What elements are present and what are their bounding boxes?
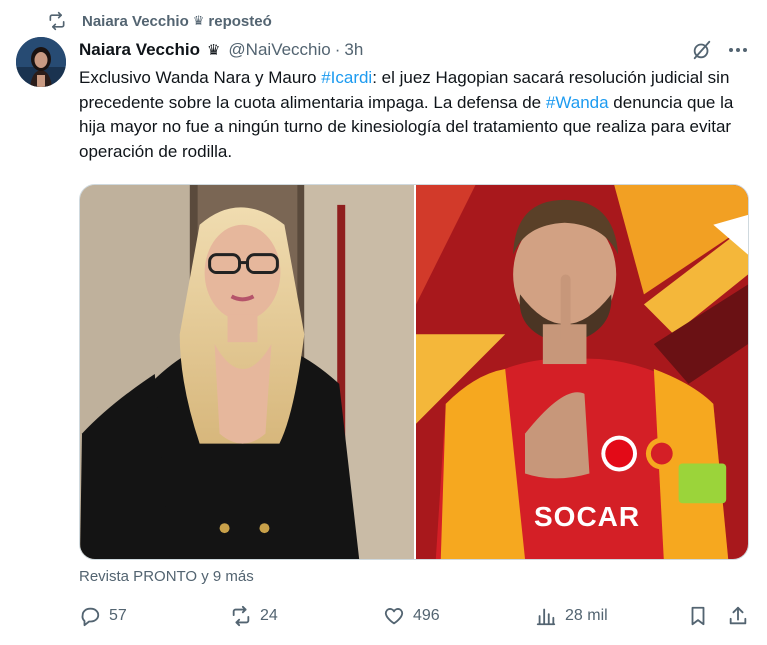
reply-count: 57 bbox=[109, 607, 127, 624]
separator-dot: · bbox=[334, 40, 341, 59]
avatar[interactable] bbox=[16, 37, 66, 87]
reply-button[interactable]: 57 bbox=[79, 600, 127, 632]
repost-user-name[interactable]: Naiara Vecchio bbox=[82, 13, 189, 30]
crown-badge-icon: ♛ bbox=[192, 13, 205, 28]
like-count: 496 bbox=[413, 607, 440, 624]
repost-context[interactable]: Naiara Vecchio ♛ reposteó bbox=[46, 10, 272, 32]
grok-icon[interactable] bbox=[690, 38, 714, 62]
share-icon bbox=[729, 606, 747, 625]
hashtag-icardi[interactable]: #Icardi bbox=[321, 68, 372, 87]
reply-icon bbox=[81, 607, 100, 627]
media-photo-footballer[interactable]: SOCAR bbox=[414, 185, 748, 559]
media-attribution[interactable]: Revista PRONTO y 9 más bbox=[79, 568, 254, 585]
author-handle[interactable]: @NaiVecchio bbox=[228, 40, 330, 60]
author-name[interactable]: Naiara Vecchio bbox=[79, 40, 200, 60]
bookmark-icon bbox=[691, 606, 705, 626]
tweet-text: Exclusivo Wanda Nara y Mauro #Icardi: el… bbox=[79, 66, 759, 164]
tweet-timestamp[interactable]: 3h bbox=[344, 40, 363, 60]
share-button[interactable] bbox=[727, 600, 749, 632]
views-button[interactable]: 28 mil bbox=[535, 600, 608, 632]
bookmark-button[interactable] bbox=[687, 600, 709, 632]
repost-count: 24 bbox=[260, 607, 278, 624]
repost-icon bbox=[232, 605, 250, 627]
hashtag-wanda[interactable]: #Wanda bbox=[546, 93, 609, 112]
like-button[interactable]: 496 bbox=[383, 600, 440, 632]
tweet-text-segment: Exclusivo Wanda Nara y Mauro bbox=[79, 68, 322, 87]
repost-button[interactable]: 24 bbox=[230, 600, 278, 632]
tweet-header: Naiara Vecchio ♛ @NaiVecchio · 3h bbox=[79, 38, 363, 62]
repost-label: reposteó bbox=[208, 12, 272, 30]
more-icon[interactable] bbox=[724, 38, 752, 62]
repost-icon bbox=[46, 10, 68, 32]
like-icon bbox=[384, 608, 404, 625]
action-bar: 57 24 496 28 mil bbox=[79, 600, 755, 632]
jersey-sponsor-text: SOCAR bbox=[534, 501, 641, 532]
views-icon bbox=[536, 608, 556, 626]
crown-badge-icon: ♛ bbox=[206, 42, 221, 59]
media-photo-woman[interactable] bbox=[80, 185, 414, 559]
views-count: 28 mil bbox=[565, 607, 608, 624]
tweet-media[interactable]: SOCAR bbox=[79, 184, 749, 560]
